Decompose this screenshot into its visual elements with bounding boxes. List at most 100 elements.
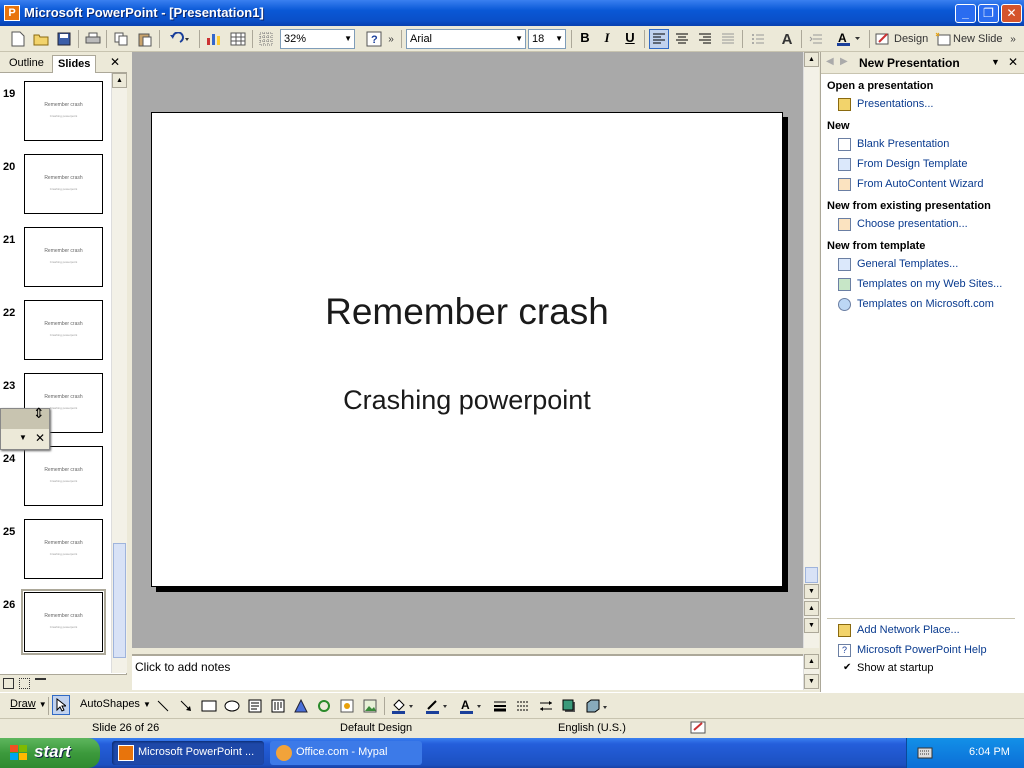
shadow-style-icon[interactable] (560, 696, 578, 716)
font-size-combo[interactable]: 18 ▼ (528, 29, 566, 49)
scroll-up-icon[interactable]: ▲ (804, 52, 819, 67)
align-right-icon[interactable] (695, 29, 715, 49)
font-combo[interactable]: Arial ▼ (406, 29, 526, 49)
distribute-icon[interactable] (718, 29, 738, 49)
slide-sorter-icon[interactable] (19, 678, 30, 689)
select-pointer-icon[interactable] (52, 695, 70, 715)
keyboard-icon[interactable] (917, 747, 933, 759)
tab-outline[interactable]: Outline (4, 55, 49, 73)
dash-style-icon[interactable] (514, 696, 532, 716)
clipart-icon[interactable] (338, 696, 356, 716)
previous-slide-icon[interactable]: ▲ (804, 601, 819, 616)
grid-icon[interactable] (256, 29, 276, 49)
help-icon[interactable]: ? (364, 29, 384, 49)
underline-button[interactable]: U (621, 30, 639, 45)
save-icon[interactable] (54, 29, 74, 49)
taskbar-item-mypal[interactable]: Office.com - Mypal (270, 741, 422, 765)
notes-pane[interactable]: Click to add notes (132, 654, 803, 690)
bold-button[interactable]: B (576, 30, 594, 45)
link-blank-presentation[interactable]: Blank Presentation (857, 138, 949, 150)
toolbar-options-icon[interactable]: » (1006, 29, 1020, 49)
start-button[interactable]: start (0, 738, 100, 768)
open-folder-icon[interactable] (31, 29, 51, 49)
link-from-design-template[interactable]: From Design Template (857, 158, 967, 170)
taskbar-item-powerpoint[interactable]: Microsoft PowerPoint ... (112, 741, 264, 765)
tab-slides[interactable]: Slides (52, 55, 97, 73)
close-icon[interactable]: ✕ (1008, 55, 1018, 69)
slide-thumbnail[interactable]: Remember crash Crashing powerpoint (24, 154, 103, 214)
bullets-icon[interactable] (748, 29, 768, 49)
restore-button[interactable]: ❐ (978, 4, 999, 23)
link-autocontent-wizard[interactable]: From AutoContent Wizard (857, 178, 984, 190)
link-templates-microsoft[interactable]: Templates on Microsoft.com (857, 298, 994, 310)
zoom-combo[interactable]: 32% ▼ (280, 29, 355, 49)
arrow-icon[interactable] (177, 696, 195, 716)
undo-icon[interactable] (165, 29, 193, 49)
slides-scrollbar[interactable]: ▲ (111, 73, 127, 673)
clock[interactable]: 6:04 PM (969, 746, 1010, 758)
link-add-network-place[interactable]: Add Network Place... (857, 624, 960, 636)
link-templates-web-sites[interactable]: Templates on my Web Sites... (857, 278, 1002, 290)
chevron-down-icon[interactable]: ▼ (19, 433, 27, 442)
scroll-thumb[interactable] (805, 567, 818, 583)
chart-icon[interactable] (204, 29, 224, 49)
slide-subtitle[interactable]: Crashing powerpoint (152, 385, 782, 416)
scroll-up-icon[interactable]: ▲ (112, 73, 127, 88)
link-presentations[interactable]: Presentations... (857, 98, 933, 110)
textbox-icon[interactable] (246, 696, 264, 716)
3d-style-icon[interactable] (583, 696, 611, 716)
line-style-icon[interactable] (491, 696, 509, 716)
normal-view-icon[interactable] (3, 678, 14, 689)
slide-thumbnail[interactable]: Remember crash Crashing powerpoint (24, 81, 103, 141)
scroll-up-icon[interactable]: ▲ (804, 654, 819, 669)
copy-icon[interactable] (111, 29, 131, 49)
minimize-button[interactable]: _ (955, 4, 976, 23)
font-color-icon[interactable]: A (457, 696, 485, 716)
new-slide-button[interactable]: New Slide (935, 29, 1003, 49)
rectangle-icon[interactable] (200, 696, 218, 716)
line-color-icon[interactable] (423, 696, 451, 716)
italic-button[interactable]: I (598, 30, 616, 46)
back-arrow-icon[interactable]: ◀ (826, 56, 834, 67)
slideshow-icon[interactable] (35, 678, 46, 689)
close-button[interactable]: ✕ (1001, 4, 1022, 23)
link-general-templates[interactable]: General Templates... (857, 258, 958, 270)
diagram-icon[interactable] (315, 696, 333, 716)
show-at-startup-label[interactable]: Show at startup (857, 662, 933, 674)
powerpoint-app-icon[interactable]: P (4, 5, 20, 21)
current-slide[interactable]: Remember crash Crashing powerpoint (151, 112, 783, 587)
scroll-thumb[interactable] (113, 543, 126, 658)
close-icon[interactable]: ✕ (110, 55, 120, 69)
insert-picture-icon[interactable] (361, 696, 379, 716)
forward-arrow-icon[interactable]: ▶ (840, 56, 848, 67)
chevron-down-icon[interactable]: ▼ (991, 57, 1000, 67)
paste-icon[interactable] (135, 29, 155, 49)
link-choose-presentation[interactable]: Choose presentation... (857, 218, 968, 230)
fill-color-icon[interactable] (389, 696, 417, 716)
editor-scrollbar[interactable]: ▲ ▼ ▲ ▼ (803, 52, 819, 648)
font-color-icon[interactable]: A (834, 29, 864, 49)
notes-scrollbar[interactable]: ▲ ▼ (803, 654, 819, 690)
chevron-down-icon[interactable]: ▼ (344, 32, 352, 46)
vertical-textbox-icon[interactable] (269, 696, 287, 716)
line-icon[interactable] (154, 696, 172, 716)
toolbar-options-icon[interactable]: » (386, 29, 396, 49)
autoshapes-button[interactable]: AutoShapes ▼ (80, 698, 151, 710)
slide-thumbnail-selected[interactable]: Remember crash Crashing powerpoint (21, 589, 106, 655)
next-slide-icon[interactable]: ▼ (804, 618, 819, 633)
link-powerpoint-help[interactable]: Microsoft PowerPoint Help (857, 644, 987, 656)
slide-thumbnail[interactable]: Remember crash Crashing powerpoint (24, 227, 103, 287)
notes-placeholder[interactable]: Click to add notes (135, 660, 230, 674)
oval-icon[interactable] (223, 696, 241, 716)
slide-thumbnail[interactable]: Remember crash Crashing powerpoint (24, 300, 103, 360)
table-icon[interactable] (228, 29, 248, 49)
wordart-icon[interactable] (292, 696, 310, 716)
spelling-status-icon[interactable] (690, 721, 708, 735)
slide-thumbnail[interactable]: Remember crash Crashing powerpoint (24, 519, 103, 579)
chevron-down-icon[interactable]: ▼ (555, 32, 563, 46)
floating-toolbar[interactable]: ⇕ ▼ ✕ (0, 405, 50, 450)
print-icon[interactable] (83, 29, 103, 49)
close-icon[interactable]: ✕ (35, 431, 45, 445)
design-button[interactable]: Design (875, 29, 931, 49)
align-left-icon[interactable] (649, 29, 669, 49)
